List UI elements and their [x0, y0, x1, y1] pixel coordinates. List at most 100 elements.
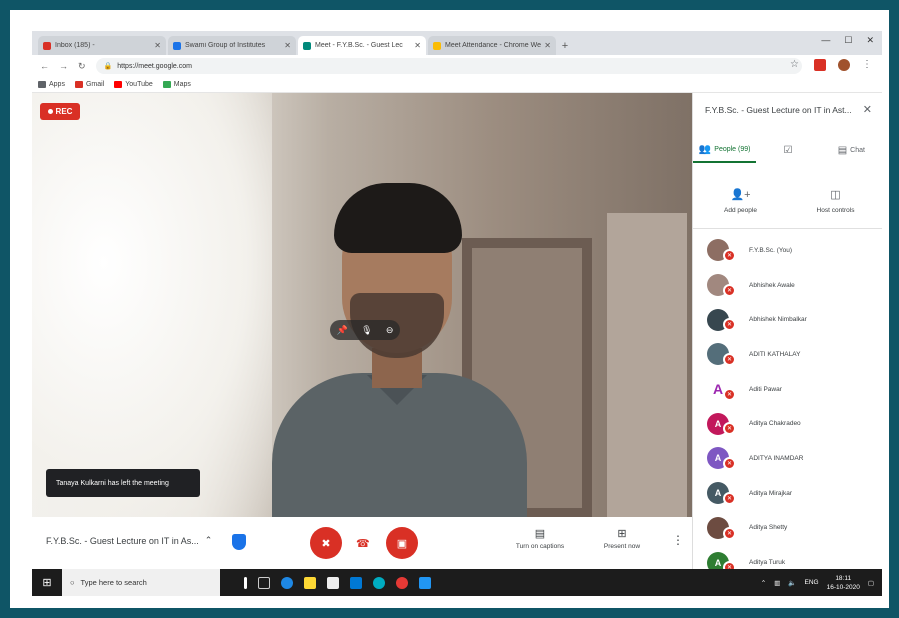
menu-dots-icon[interactable]: ⋮: [862, 59, 874, 71]
close-icon[interactable]: ✕: [863, 103, 872, 116]
forward-icon[interactable]: →: [59, 61, 68, 71]
rec-label: REC: [55, 107, 73, 116]
browser-tab[interactable]: Swami Group of Institutes ✕: [168, 36, 296, 55]
captions-button[interactable]: ▤ Turn on captions: [510, 527, 570, 550]
browser-tab-active[interactable]: Meet - F.Y.B.Sc. - Guest Lec ✕: [298, 36, 426, 55]
mail-icon[interactable]: [350, 576, 362, 589]
camera-off-icon: ▣: [396, 537, 408, 550]
bookmark-gmail[interactable]: Gmail: [74, 81, 104, 88]
clock[interactable]: 18:11 16-10-2020: [827, 574, 860, 592]
bookmark-apps[interactable]: Apps: [38, 81, 65, 88]
mic-off-icon: ✕: [723, 318, 736, 332]
list-item[interactable]: ✕ Abhishek Awale: [693, 268, 882, 303]
language-indicator[interactable]: ENG: [805, 579, 819, 586]
network-icon[interactable]: ▥: [774, 579, 780, 587]
list-item[interactable]: A ✕ ADITYA INAMDAR: [693, 441, 882, 476]
list-item[interactable]: ✕ Abhishek Nimbalkar: [693, 302, 882, 337]
meeting-title: F.Y.B.Sc. - Guest Lecture on IT in As...: [46, 535, 199, 546]
tab-people[interactable]: 👥 People (99): [693, 137, 757, 163]
meeting-details-button[interactable]: F.Y.B.Sc. - Guest Lecture on IT in As...…: [46, 535, 212, 546]
profile-avatar-icon[interactable]: [838, 59, 850, 71]
file-explorer-icon[interactable]: [304, 576, 316, 589]
pin-icon[interactable]: 📌: [337, 325, 348, 336]
present-icon: ⊞: [617, 528, 627, 540]
person-name: F.Y.B.Sc. (You): [749, 246, 792, 254]
present-button[interactable]: ⊞ Present now: [592, 527, 652, 550]
hangup-icon: ☎: [356, 538, 370, 550]
screen: Inbox (185) - ✕ Swami Group of Institute…: [32, 31, 882, 596]
address-bar-row: ← → ↻ 🔒 https://meet.google.com ☆ ⋮: [32, 55, 882, 77]
app-icon[interactable]: [373, 576, 385, 589]
list-item[interactable]: A ✕ Aditya Mirajkar: [693, 476, 882, 511]
leave-call-button[interactable]: ☎: [356, 537, 370, 550]
maximize-icon[interactable]: ☐: [844, 35, 852, 46]
tab-activities[interactable]: ☑: [756, 137, 819, 163]
app-icon[interactable]: [419, 576, 431, 589]
list-item[interactable]: A ✕ Aditya Chakradeo: [693, 406, 882, 441]
back-icon[interactable]: ←: [40, 61, 49, 71]
mic-off-icon: ✕: [723, 491, 736, 505]
mic-toggle-button[interactable]: ✖: [310, 527, 342, 559]
more-options-button[interactable]: ⋮: [672, 533, 684, 547]
windows-start-icon[interactable]: ⊞: [32, 569, 62, 596]
close-icon[interactable]: ✕: [284, 41, 291, 50]
chrome-icon[interactable]: [396, 576, 408, 589]
captions-icon: ▤: [534, 528, 546, 540]
close-icon[interactable]: ✕: [544, 41, 551, 50]
bookmark-maps[interactable]: Maps: [162, 81, 191, 88]
mic-off-icon: ✕: [723, 457, 736, 471]
close-window-icon[interactable]: ✕: [866, 35, 874, 46]
remove-icon[interactable]: ⊖: [386, 325, 394, 336]
people-icon: 👥: [698, 143, 712, 155]
browser-tab[interactable]: Inbox (185) - ✕: [38, 36, 166, 55]
browser-tabbar: Inbox (185) - ✕ Swami Group of Institute…: [32, 31, 882, 55]
bookmark-youtube[interactable]: YouTube: [114, 81, 153, 88]
mic-icon[interactable]: 🎙: [361, 325, 372, 336]
close-icon[interactable]: ✕: [154, 41, 161, 50]
site-favicon-icon: [173, 41, 181, 50]
taskbar-apps: [244, 576, 431, 589]
taskbar-search-input[interactable]: ○ Type here to search: [62, 569, 220, 596]
volume-icon[interactable]: 🔈: [788, 579, 796, 587]
notifications-icon[interactable]: ▢: [868, 579, 874, 587]
edge-icon[interactable]: [281, 576, 293, 589]
star-icon[interactable]: ☆: [790, 59, 802, 71]
toast-text: Tanaya Kulkarni has left the meeting: [56, 479, 169, 487]
apps-grid-icon: [38, 81, 46, 88]
tab-chat[interactable]: ▤ Chat: [820, 137, 882, 163]
tab-label: Meet Attendance - Chrome We: [445, 42, 541, 49]
url-field[interactable]: 🔒 https://meet.google.com: [95, 58, 802, 74]
people-icon[interactable]: ⌃: [761, 579, 766, 587]
toast-notification: Tanaya Kulkarni has left the meeting: [46, 469, 200, 497]
host-controls-button[interactable]: ◫ Host controls: [788, 173, 882, 228]
task-view-icon[interactable]: [258, 576, 270, 589]
browser-tab[interactable]: Meet Attendance - Chrome We ✕: [428, 36, 556, 55]
security-shield-icon[interactable]: [232, 534, 246, 550]
bookmark-label: Apps: [49, 81, 65, 88]
tab-label: Meet - F.Y.B.Sc. - Guest Lec: [315, 42, 403, 49]
list-item[interactable]: A ✕ Aditi Pawar: [693, 372, 882, 407]
list-item[interactable]: ✕ F.Y.B.Sc. (You): [693, 233, 882, 268]
window-controls: — ☐ ✕: [821, 35, 874, 46]
store-icon[interactable]: [327, 576, 339, 589]
list-item[interactable]: ✕ ADITI KATHALAY: [693, 337, 882, 372]
list-item[interactable]: ✕ Aditya Shetty: [693, 511, 882, 546]
action-label: Host controls: [816, 206, 855, 214]
camera-toggle-button[interactable]: ▣: [386, 527, 418, 559]
new-tab-button[interactable]: +: [558, 36, 572, 55]
extension-icon[interactable]: [814, 59, 826, 71]
background-wall: [32, 93, 272, 517]
list-item[interactable]: A ✕ Aditya Turuk: [693, 545, 882, 569]
mic-icon[interactable]: [244, 576, 247, 589]
tile-controls: 📌 🎙 ⊖: [330, 320, 400, 340]
meet-icon: [303, 41, 311, 50]
person-name: Aditya Chakradeo: [749, 420, 801, 428]
reload-icon[interactable]: ↻: [78, 61, 86, 72]
close-icon[interactable]: ✕: [414, 41, 421, 50]
recording-badge: REC: [40, 103, 80, 120]
minimize-icon[interactable]: —: [821, 35, 830, 46]
tab-label: Inbox (185) -: [55, 42, 95, 49]
panel-actions: 👤+ Add people ◫ Host controls: [693, 173, 882, 229]
tab-label: People (99): [714, 145, 751, 153]
add-people-button[interactable]: 👤+ Add people: [693, 173, 788, 228]
